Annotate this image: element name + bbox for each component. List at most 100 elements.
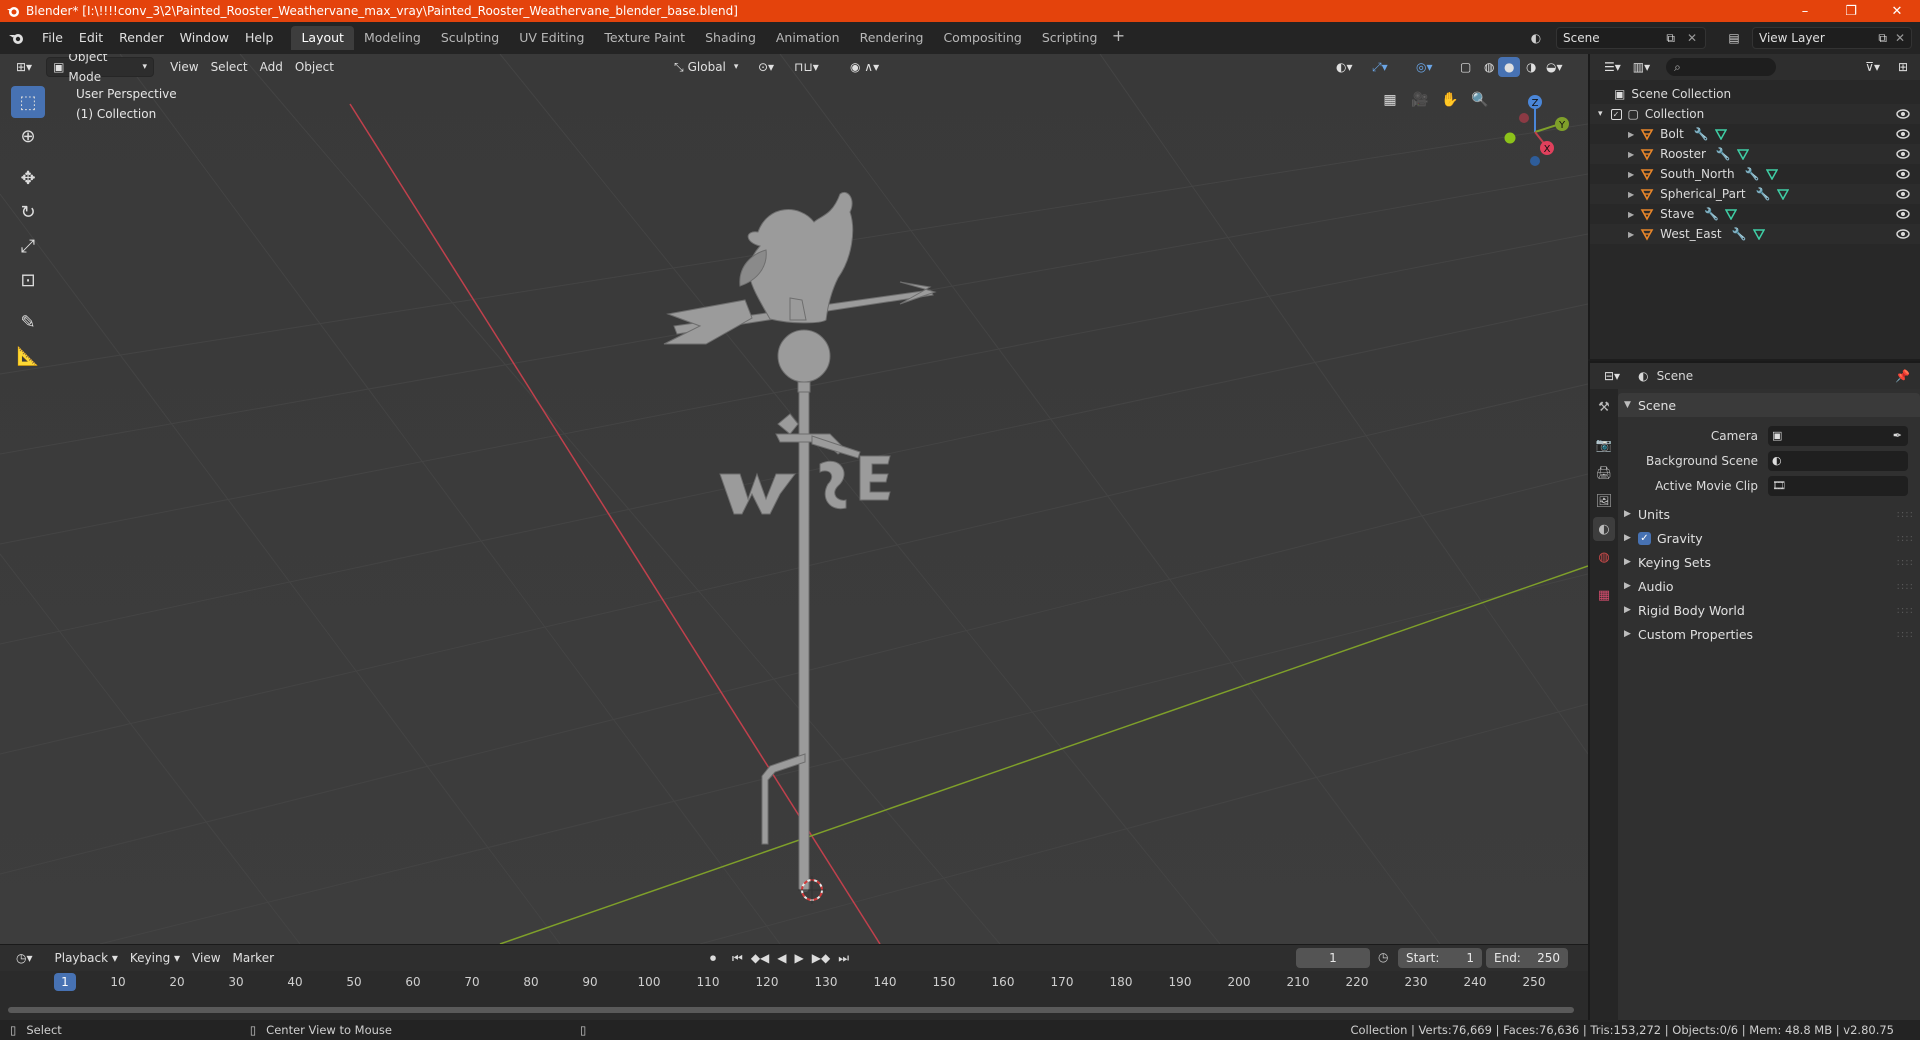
move-tool-icon[interactable]: ✥	[11, 162, 45, 194]
expand-arrow-icon[interactable]: ▶	[1628, 210, 1634, 219]
tab-compositing[interactable]: Compositing	[933, 26, 1031, 50]
pan-hand-icon[interactable]: ✋	[1438, 88, 1462, 112]
subpanel-gravity[interactable]: ▶ ✓ Gravity::::	[1618, 526, 1920, 550]
play-icon[interactable]: ▶	[795, 951, 804, 966]
pin-icon[interactable]: 📌	[1895, 369, 1910, 383]
eyedropper-icon[interactable]: ✒	[1893, 429, 1902, 442]
eye-icon[interactable]	[1896, 229, 1910, 239]
scene-panel-header[interactable]: ▼ Scene	[1618, 393, 1920, 417]
tab-texture-paint[interactable]: Texture Paint	[594, 26, 695, 50]
end-frame-field[interactable]: End: 250	[1486, 948, 1568, 968]
timeline-editor-icon[interactable]: ◷▾	[10, 948, 39, 968]
expand-arrow-icon[interactable]: ▶	[1628, 190, 1634, 199]
xray-toggle-icon[interactable]: ▢	[1454, 57, 1477, 77]
select-box-tool-icon[interactable]: ⬚	[11, 86, 45, 118]
mesh-data-icon[interactable]	[1714, 128, 1727, 140]
filter-icon[interactable]: ⊽▾	[1859, 57, 1886, 77]
world-tab-icon[interactable]: ◍	[1593, 545, 1615, 569]
drag-handle-icon[interactable]: ::::	[1897, 557, 1914, 568]
timeline-scrollbar[interactable]	[8, 1007, 1574, 1013]
mesh-data-icon[interactable]	[1752, 228, 1765, 240]
movie-clip-field[interactable]: 🎞	[1768, 475, 1908, 496]
scene-tab-icon[interactable]: ◐	[1593, 517, 1615, 541]
record-icon[interactable]: ⏺	[710, 951, 716, 966]
view-layer-selector[interactable]: View Layer ⧉ ✕	[1752, 27, 1912, 49]
outliner-object-rooster[interactable]: ▶ Rooster 🔧	[1590, 144, 1920, 164]
tab-modeling[interactable]: Modeling	[354, 26, 431, 50]
menu-object[interactable]: Object	[289, 57, 340, 77]
texture-tab-icon[interactable]: ▦	[1593, 583, 1615, 607]
timeline-ruler[interactable]: 10 20 30 40 50 60 70 80 90 100 110 120 130 140 150 160 1…	[0, 973, 1588, 993]
maximize-button[interactable]: ❐	[1828, 0, 1874, 22]
exclude-checkbox[interactable]: ✓	[1610, 108, 1622, 120]
eye-icon[interactable]	[1896, 189, 1910, 199]
gizmo-toggle-icon[interactable]: ⤢▾	[1366, 57, 1394, 77]
menu-add[interactable]: Add	[254, 57, 289, 77]
minimize-button[interactable]: –	[1782, 0, 1828, 22]
annotate-tool-icon[interactable]: ✎	[11, 306, 45, 338]
gravity-checkbox[interactable]: ✓	[1638, 531, 1651, 545]
drag-handle-icon[interactable]: ::::	[1897, 533, 1914, 544]
view-layer-tab-icon[interactable]: 🖼	[1593, 489, 1615, 513]
display-mode-icon[interactable]: ▥▾	[1627, 57, 1656, 77]
start-frame-field[interactable]: Start: 1	[1398, 948, 1482, 968]
copy-view-layer-icon[interactable]: ⧉	[1878, 31, 1887, 46]
modifier-wrench-icon[interactable]: 🔧	[1756, 187, 1771, 201]
subpanel-units[interactable]: ▶ Units::::	[1618, 502, 1920, 526]
menu-playback[interactable]: Playback ▾	[49, 948, 124, 968]
visibility-icon[interactable]: ◐▾	[1330, 57, 1359, 77]
transform-orientation-dropdown[interactable]: ⤡ Global ▾	[668, 57, 744, 77]
prev-keyframe-icon[interactable]: ◆◀	[751, 951, 769, 966]
mesh-data-icon[interactable]	[1776, 188, 1789, 200]
modifier-wrench-icon[interactable]: 🔧	[1704, 207, 1719, 221]
expand-arrow-icon[interactable]: ▶	[1628, 130, 1634, 139]
clock-icon[interactable]: ◷	[1378, 950, 1388, 964]
outliner-object-west-east[interactable]: ▶ West_East 🔧	[1590, 224, 1920, 244]
menu-file[interactable]: File	[34, 27, 71, 49]
background-scene-field[interactable]: ◐	[1768, 450, 1908, 471]
tab-rendering[interactable]: Rendering	[850, 26, 934, 50]
tab-layout[interactable]: Layout	[291, 26, 354, 50]
menu-window[interactable]: Window	[172, 27, 237, 49]
eye-icon[interactable]	[1896, 209, 1910, 219]
menu-render[interactable]: Render	[111, 27, 172, 49]
navigation-gizmo[interactable]: Z Y X	[1488, 84, 1578, 184]
toggle-grid-icon[interactable]: ▦	[1378, 88, 1402, 112]
measure-tool-icon[interactable]: 📐	[11, 340, 45, 372]
modifier-wrench-icon[interactable]: 🔧	[1732, 227, 1747, 241]
new-collection-icon[interactable]: ⊞	[1892, 57, 1914, 77]
modifier-wrench-icon[interactable]: 🔧	[1745, 167, 1760, 181]
drag-handle-icon[interactable]: ::::	[1897, 629, 1914, 640]
remove-scene-icon[interactable]: ✕	[1687, 31, 1697, 45]
cursor-tool-icon[interactable]: ⊕	[11, 120, 45, 152]
transform-tool-icon[interactable]: ⊡	[11, 264, 45, 296]
tab-scripting[interactable]: Scripting	[1032, 26, 1108, 50]
drag-handle-icon[interactable]: ::::	[1897, 509, 1914, 520]
menu-help[interactable]: Help	[237, 27, 282, 49]
mesh-data-icon[interactable]	[1725, 208, 1738, 220]
eye-icon[interactable]	[1896, 169, 1910, 179]
subpanel-rigid-body-world[interactable]: ▶ Rigid Body World::::	[1618, 598, 1920, 622]
tab-shading[interactable]: Shading	[695, 26, 766, 50]
eye-icon[interactable]	[1896, 129, 1910, 139]
blender-menu-icon[interactable]	[0, 28, 34, 48]
menu-select[interactable]: Select	[205, 57, 254, 77]
subpanel-keying-sets[interactable]: ▶ Keying Sets::::	[1618, 550, 1920, 574]
outliner-collection[interactable]: ▾ ✓ ▢ Collection	[1590, 104, 1920, 124]
play-reverse-icon[interactable]: ◀	[777, 951, 786, 966]
drag-handle-icon[interactable]: ::::	[1897, 581, 1914, 592]
copy-scene-icon[interactable]: ⧉	[1666, 31, 1675, 46]
menu-marker[interactable]: Marker	[227, 948, 280, 968]
add-workspace-button[interactable]: +	[1107, 26, 1129, 50]
pivot-point-icon[interactable]: ⊙▾	[752, 57, 780, 77]
mesh-data-icon[interactable]	[1736, 148, 1749, 160]
editor-type-icon[interactable]: ⊞▾	[10, 57, 38, 77]
properties-editor-icon[interactable]: ⊟▾	[1598, 366, 1626, 386]
menu-timeline-view[interactable]: View	[186, 948, 226, 968]
render-tab-icon[interactable]: 📷	[1593, 433, 1615, 457]
outliner-editor-icon[interactable]: ☰▾	[1598, 57, 1627, 77]
modifier-wrench-icon[interactable]: 🔧	[1716, 147, 1731, 161]
subpanel-custom-properties[interactable]: ▶ Custom Properties::::	[1618, 622, 1920, 646]
menu-view[interactable]: View	[164, 57, 204, 77]
outliner-scene-collection[interactable]: ▣ Scene Collection	[1590, 84, 1920, 104]
